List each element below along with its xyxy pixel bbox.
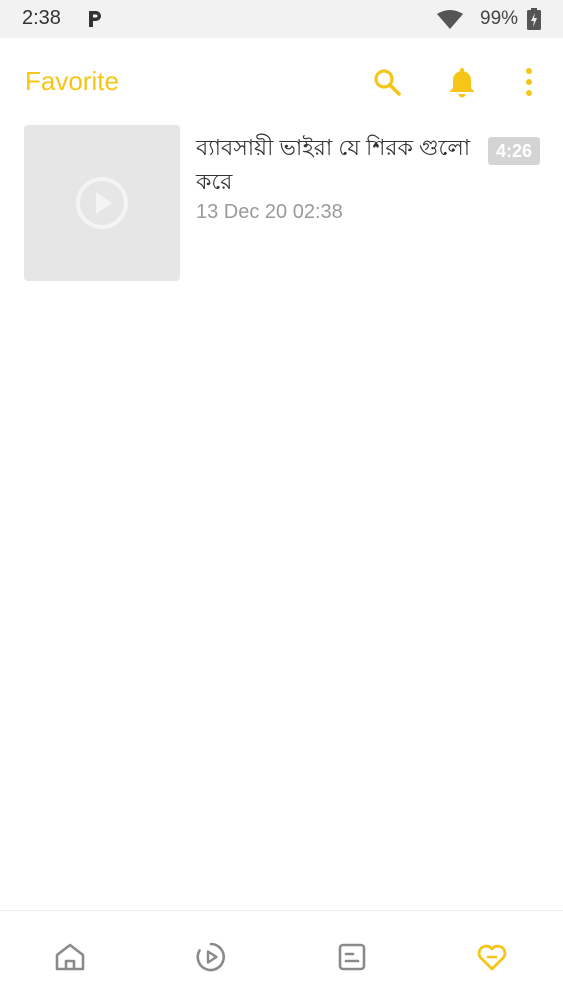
home-icon <box>55 943 85 971</box>
bell-icon <box>450 68 474 98</box>
more-vert-icon <box>526 68 532 96</box>
nav-list-button[interactable] <box>332 939 372 975</box>
favorite-heart-icon <box>477 944 507 971</box>
status-bar: 2:38 99% <box>0 0 563 38</box>
status-time: 2:38 <box>22 7 61 29</box>
page-title: Favorite <box>25 66 119 96</box>
p-notification-icon <box>89 11 101 27</box>
play-circle-icon <box>196 942 226 972</box>
video-thumbnail <box>24 125 180 281</box>
screen: 2:38 99% Favorite ব্যাবসায়ী ভাইরা যে শি… <box>0 0 563 1000</box>
wifi-icon <box>437 10 463 29</box>
play-icon <box>76 177 128 229</box>
app-bar: Favorite <box>0 38 563 126</box>
bottom-nav <box>0 910 563 1000</box>
more-options-button[interactable] <box>509 62 549 102</box>
list-item[interactable]: ব্যাবসায়ী ভাইরা যে শিরক গুলো করে 13 Dec… <box>0 125 563 285</box>
list-icon <box>338 943 366 971</box>
duration-badge: 4:26 <box>488 137 540 165</box>
battery-percent: 99% <box>480 8 519 29</box>
video-date: 13 Dec 20 02:38 <box>196 201 343 223</box>
nav-favorite-button[interactable] <box>472 939 512 975</box>
nav-home-button[interactable] <box>50 939 90 975</box>
video-title: ব্যাবসায়ী ভাইরা যে শিরক গুলো করে <box>196 135 471 194</box>
notifications-button[interactable] <box>442 62 482 102</box>
nav-videos-button[interactable] <box>191 939 231 975</box>
search-icon <box>374 69 401 96</box>
battery-charging-icon <box>527 8 541 30</box>
search-button[interactable] <box>367 62 407 102</box>
